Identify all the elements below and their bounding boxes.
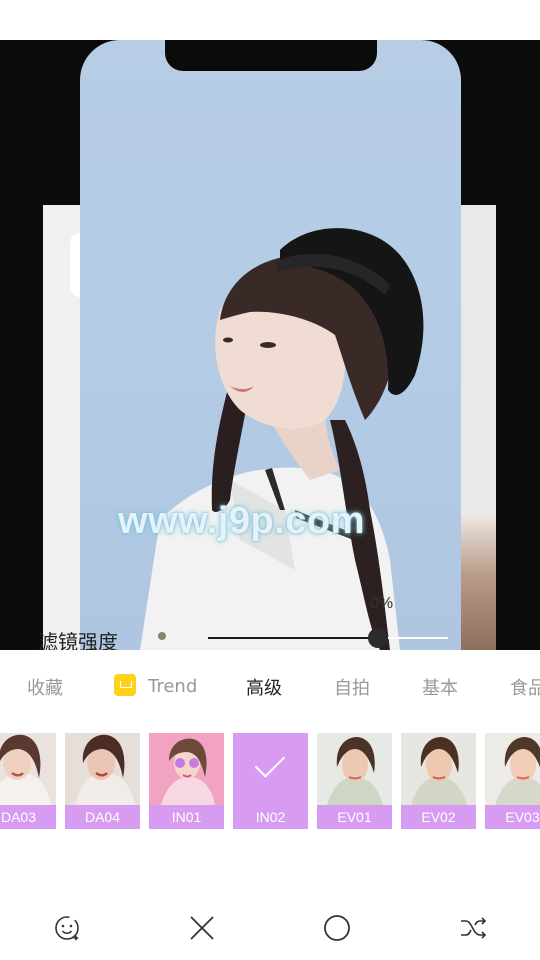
face-beauty-icon [55,916,79,941]
next-template-card[interactable] [458,205,496,650]
filter-item-in02[interactable]: IN02 [233,733,308,829]
capture-button[interactable] [319,910,355,946]
phone-notch [165,40,377,71]
filter-item-da04[interactable]: DA04 [65,733,140,829]
filter-thumbnail [65,733,140,805]
filter-item-ev01[interactable]: EV01 [317,733,392,829]
filter-thumbnail [149,733,224,805]
tab-advanced[interactable]: 高级 [246,674,282,700]
bottom-toolbar [0,895,540,960]
filter-thumbnail-selected [233,733,308,805]
portrait-photo [140,228,424,650]
filter-thumbnail [485,733,540,805]
filter-list: DA03 DA04 IN01 IN02 EV01 EV02 EV03 [0,733,540,829]
watermark-text: www.j9p.com [118,500,365,542]
tab-label: 收藏 [27,678,63,699]
photo-preview-area: www.j9p.com 0% 滤镜强度 [0,40,540,650]
filter-item-ev02[interactable]: EV02 [401,733,476,829]
tab-food[interactable]: 食品 [510,674,540,700]
tab-label: 食品 [510,678,540,699]
filter-name: EV01 [317,805,392,829]
tab-label: Trend [148,676,198,697]
filter-category-tabs: 收藏 Trend 高级 自拍 基本 食品 [0,650,540,725]
shuffle-icon [461,917,487,939]
tab-favorites[interactable]: 收藏 [27,674,63,700]
tab-trend[interactable]: Trend [114,674,197,697]
tab-label: 自拍 [334,678,370,699]
slider-thumb[interactable] [368,628,388,648]
close-button[interactable] [184,910,220,946]
random-filter-button[interactable] [455,910,491,946]
filter-name: DA04 [65,805,140,829]
tab-label: 高级 [246,678,282,699]
filter-thumbnail [401,733,476,805]
filter-name: IN02 [233,805,308,829]
close-icon [190,916,214,940]
filter-item-da03[interactable]: DA03 [0,733,56,829]
slider-track-empty [378,637,448,639]
intensity-percent: 0% [370,595,394,612]
status-bar [0,0,540,40]
filter-intensity-label: 滤镜强度 [38,630,118,650]
face-beauty-button[interactable] [49,910,85,946]
filter-name: DA03 [0,805,56,829]
card-photo [458,515,496,650]
filter-item-ev03[interactable]: EV03 [485,733,540,829]
capture-circle-icon [324,915,350,941]
filter-name: EV03 [485,805,540,829]
tab-selfie[interactable]: 自拍 [334,674,370,700]
filter-thumbnail [0,733,56,805]
phone-frame-preview [80,40,461,650]
crown-icon [114,674,136,696]
filter-intensity-slider[interactable] [208,628,448,648]
filter-name: IN01 [149,805,224,829]
previous-template-card[interactable] [43,205,90,650]
filter-item-in01[interactable]: IN01 [149,733,224,829]
filter-thumbnail [317,733,392,805]
tab-label: 基本 [422,678,458,699]
tab-basic[interactable]: 基本 [422,674,458,700]
slider-track-filled [208,637,378,639]
checkmark-icon [254,747,286,778]
filter-name: EV02 [401,805,476,829]
